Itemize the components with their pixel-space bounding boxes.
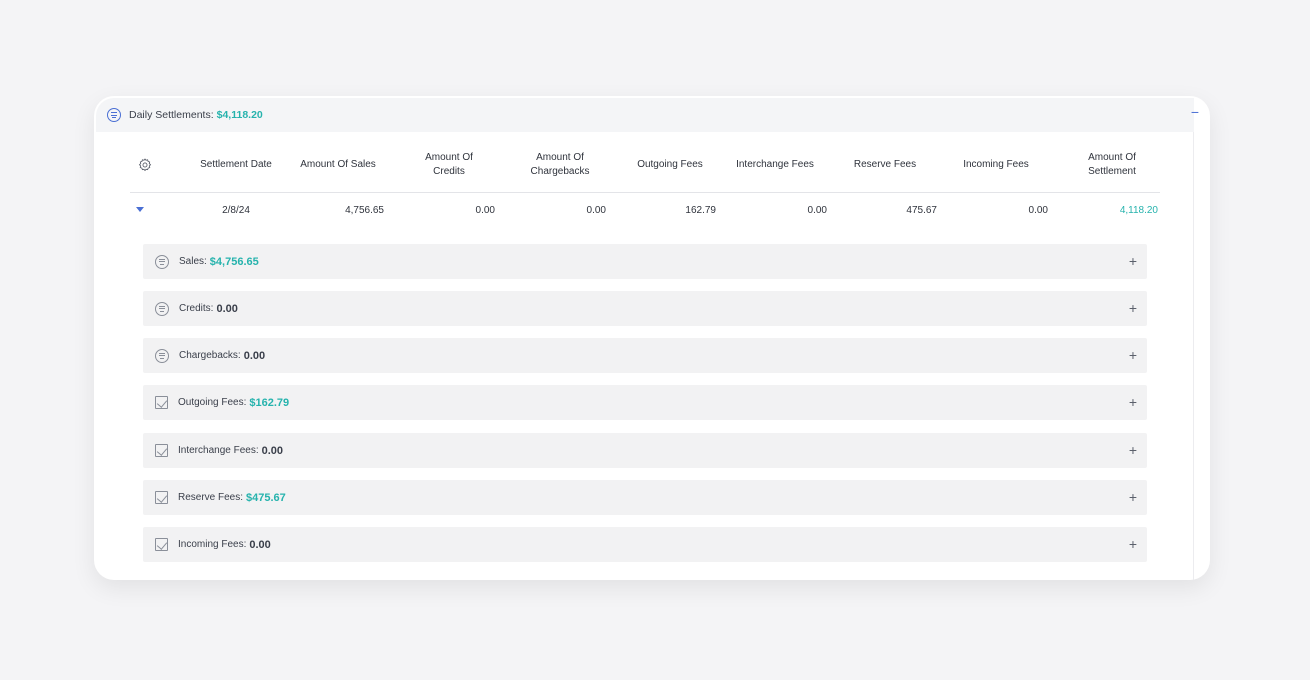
section-value: $4,756.65 <box>209 255 259 268</box>
section-value: 0.00 <box>249 538 271 551</box>
section-label: Interchange Fees: <box>178 445 259 456</box>
cell-amount-of-sales: 4,756.65 <box>345 204 384 216</box>
section-incoming-fees[interactable]: Incoming Fees: 0.00 + <box>143 527 1147 562</box>
gear-icon[interactable] <box>138 158 152 172</box>
section-label: Chargebacks: <box>179 350 241 361</box>
column-header-amount-of-sales[interactable]: Amount Of Sales <box>290 136 386 193</box>
checkbox-icon <box>155 538 168 551</box>
cell-outgoing-fees: 162.79 <box>685 204 716 216</box>
cell-incoming-fees: 0.00 <box>1028 204 1048 216</box>
section-value: $475.67 <box>246 491 286 504</box>
expand-button[interactable]: + <box>1127 489 1139 505</box>
section-interchange-fees[interactable]: Interchange Fees: 0.00 + <box>143 433 1147 468</box>
expand-button[interactable]: + <box>1127 536 1139 552</box>
section-label: Credits: <box>179 303 214 314</box>
expand-button[interactable]: + <box>1127 300 1139 316</box>
cell-amount-of-chargebacks: 0.00 <box>586 204 606 216</box>
expand-button[interactable]: + <box>1127 253 1139 269</box>
caret-down-icon[interactable] <box>136 207 144 212</box>
section-value: 0.00 <box>243 349 266 362</box>
column-header-outgoing-fees[interactable]: Outgoing Fees <box>624 136 716 193</box>
expand-button[interactable]: + <box>1127 394 1139 410</box>
section-value: $162.79 <box>249 396 290 409</box>
cell-settlement-date: 2/8/24 <box>222 204 250 216</box>
expand-button[interactable]: + <box>1127 442 1139 458</box>
daily-settlements-card: Daily Settlements: $4,118.20 − Settlemen… <box>94 96 1210 580</box>
checkbox-icon <box>155 444 168 457</box>
column-header-incoming-fees[interactable]: Incoming Fees <box>951 136 1041 193</box>
column-header-settlement-date[interactable]: Settlement Date <box>200 136 272 193</box>
section-label: Incoming Fees: <box>178 539 247 550</box>
column-header-interchange-fees[interactable]: Interchange Fees <box>728 136 822 193</box>
daily-settlements-header[interactable]: Daily Settlements: $4,118.20 <box>96 98 1194 132</box>
section-label: Outgoing Fees: <box>178 397 247 408</box>
column-header-amount-of-settlement[interactable]: Amount Of Settlement <box>1070 136 1154 193</box>
column-header-amount-of-chargebacks[interactable]: Amount Of Chargebacks <box>514 136 606 193</box>
cell-interchange-fees: 0.00 <box>807 204 827 216</box>
header-total: $4,118.20 <box>216 109 263 121</box>
section-value: 0.00 <box>216 302 238 315</box>
column-header-reserve-fees[interactable]: Reserve Fees <box>845 136 925 193</box>
section-label: Sales: <box>179 256 207 267</box>
list-icon <box>155 254 169 269</box>
section-outgoing-fees[interactable]: Outgoing Fees: $162.79 + <box>143 385 1147 420</box>
header-label: Daily Settlements: <box>129 109 214 121</box>
list-icon <box>155 301 169 316</box>
section-chargebacks[interactable]: Chargebacks: 0.00 + <box>143 338 1147 373</box>
list-icon <box>155 348 169 363</box>
cell-amount-of-credits: 0.00 <box>475 204 495 216</box>
settlement-table-header: Settlement Date Amount Of Sales Amount O… <box>130 136 1160 193</box>
collapse-button[interactable]: − <box>1188 103 1202 121</box>
divider <box>1193 132 1194 580</box>
list-icon <box>107 108 121 122</box>
section-credits[interactable]: Credits: 0.00 + <box>143 291 1147 326</box>
section-sales[interactable]: Sales: $4,756.65 + <box>143 244 1147 279</box>
checkbox-icon <box>155 396 168 409</box>
cell-amount-of-settlement: 4,118.20 <box>1119 204 1158 216</box>
section-reserve-fees[interactable]: Reserve Fees: $475.67 + <box>143 480 1147 515</box>
section-label: Reserve Fees: <box>178 492 244 503</box>
cell-reserve-fees: 475.67 <box>906 204 937 216</box>
expand-button[interactable]: + <box>1127 347 1139 363</box>
checkbox-icon <box>155 491 168 504</box>
table-row: 2/8/24 4,756.65 0.00 0.00 162.79 0.00 47… <box>130 196 1160 224</box>
section-value: 0.00 <box>261 444 284 457</box>
column-header-amount-of-credits[interactable]: Amount Of Credits <box>413 136 485 193</box>
